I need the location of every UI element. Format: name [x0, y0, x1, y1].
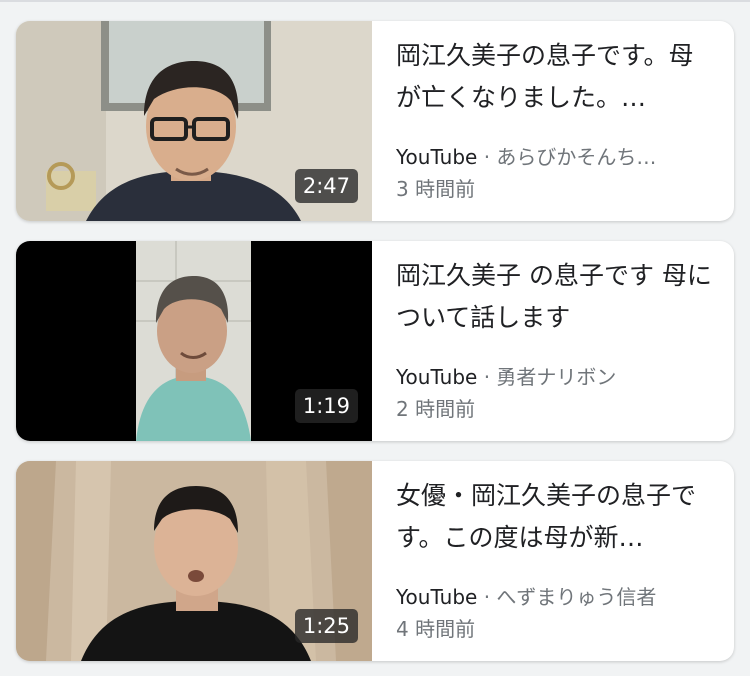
video-source: YouTube	[396, 145, 478, 169]
video-source: YouTube	[396, 365, 478, 389]
video-duration: 1:19	[294, 388, 358, 423]
video-info: 岡江久美子 の息子です 母について話します YouTube · 勇者ナリボン 2…	[396, 255, 716, 425]
video-title[interactable]: 岡江久美子 の息子です 母について話します	[396, 255, 716, 339]
video-meta: YouTube · 勇者ナリボン	[396, 361, 716, 393]
video-info: 岡江久美子の息子です。母が亡くなりました。… YouTube · あらびかそんち…	[396, 35, 716, 205]
video-duration: 1:25	[294, 608, 358, 643]
video-result-card[interactable]: 1:25 女優・岡江久美子の息子です。この度は母が新… YouTube · へず…	[16, 461, 734, 661]
video-thumbnail[interactable]: 2:47	[16, 21, 372, 221]
video-channel: あらびかそんち…	[496, 145, 657, 169]
video-meta: YouTube · あらびかそんち…	[396, 141, 716, 173]
top-divider	[0, 0, 750, 2]
video-title[interactable]: 女優・岡江久美子の息子です。この度は母が新…	[396, 475, 716, 559]
video-upload-time: 4 時間前	[396, 617, 476, 641]
meta-separator: ·	[483, 365, 491, 389]
video-upload-time: 2 時間前	[396, 397, 476, 421]
meta-separator: ·	[483, 585, 491, 609]
video-thumbnail[interactable]: 1:25	[16, 461, 372, 661]
video-source: YouTube	[396, 585, 478, 609]
video-channel: 勇者ナリボン	[496, 365, 617, 389]
video-duration: 2:47	[294, 168, 358, 203]
meta-separator: ·	[483, 145, 491, 169]
video-upload-time: 3 時間前	[396, 177, 476, 201]
video-channel: へずまりゅう信者	[496, 585, 657, 609]
video-result-card[interactable]: 2:47 岡江久美子の息子です。母が亡くなりました。… YouTube · あら…	[16, 21, 734, 221]
video-result-card[interactable]: 1:19 岡江久美子 の息子です 母について話します YouTube · 勇者ナ…	[16, 241, 734, 441]
video-title[interactable]: 岡江久美子の息子です。母が亡くなりました。…	[396, 35, 716, 119]
video-thumbnail[interactable]: 1:19	[16, 241, 372, 441]
video-meta: YouTube · へずまりゅう信者	[396, 581, 716, 613]
video-info: 女優・岡江久美子の息子です。この度は母が新… YouTube · へずまりゅう信…	[396, 475, 716, 645]
